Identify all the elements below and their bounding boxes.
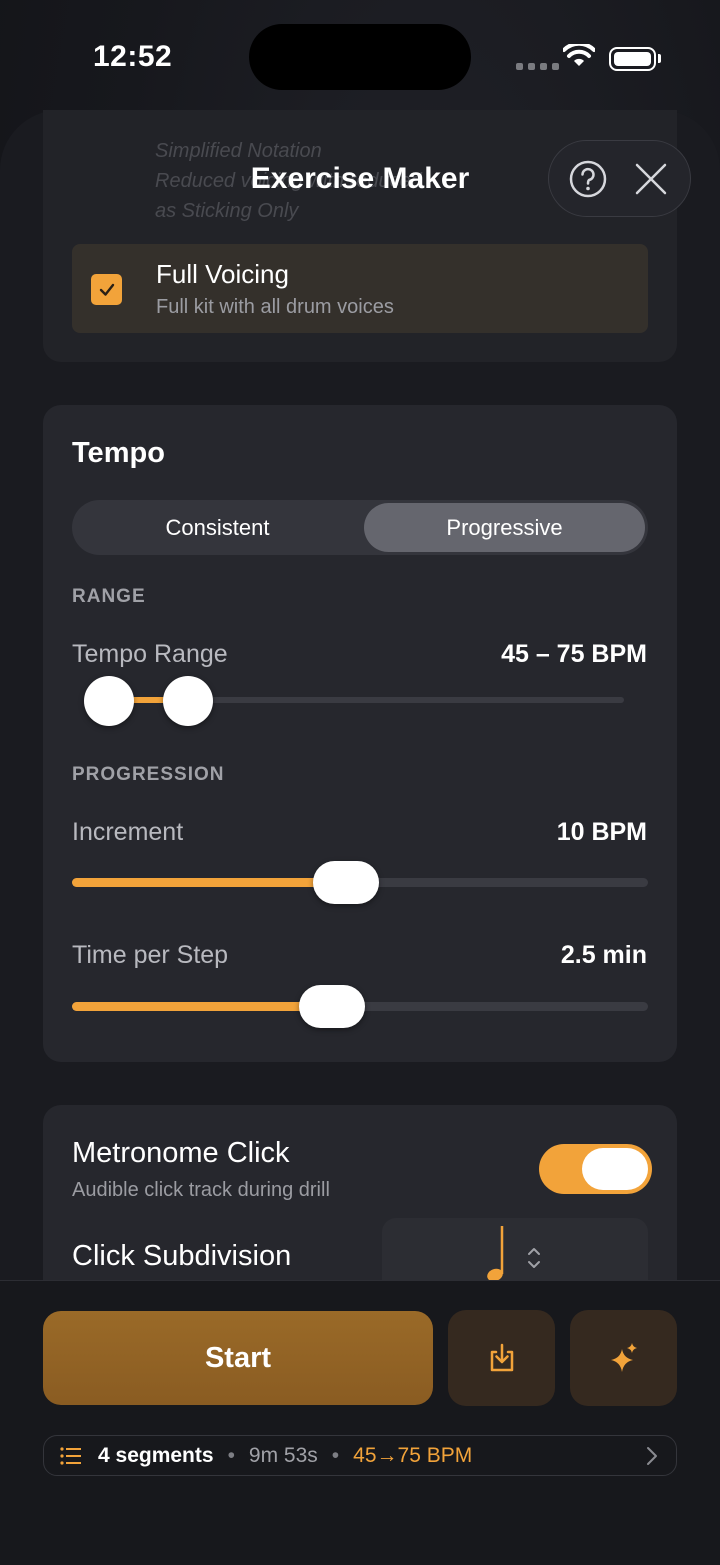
tempo-range-label: Tempo Range bbox=[72, 640, 228, 668]
battery-cap bbox=[658, 54, 661, 63]
cellular-signal-icon bbox=[516, 63, 559, 70]
close-icon bbox=[635, 163, 666, 194]
tempo-span: 45→75 BPM bbox=[353, 1443, 473, 1467]
list-icon bbox=[60, 1446, 81, 1465]
chevron-right-icon bbox=[647, 1446, 657, 1465]
quarter-note-icon bbox=[487, 1226, 504, 1282]
separator-dot: • bbox=[331, 1443, 340, 1467]
time-per-step-slider-handle[interactable] bbox=[299, 985, 365, 1028]
question-circle-icon bbox=[570, 160, 607, 197]
total-duration: 9m 53s bbox=[248, 1443, 318, 1467]
dynamic-island bbox=[249, 24, 471, 90]
wifi-icon bbox=[562, 41, 596, 75]
metronome-click-title: Metronome Click bbox=[72, 1137, 290, 1169]
increment-slider-fill bbox=[72, 878, 346, 887]
exercise-summary-bar[interactable]: 4 segments • 9m 53s • 45→75 BPM bbox=[43, 1435, 677, 1476]
metronome-click-subtitle: Audible click track during drill bbox=[72, 1179, 330, 1201]
click-subdivision-label: Click Subdivision bbox=[72, 1240, 292, 1272]
segment-count: 4 segments bbox=[98, 1443, 214, 1467]
time-per-step-label: Time per Step bbox=[72, 941, 229, 969]
tempo-range-low-handle[interactable] bbox=[84, 676, 134, 726]
metronome-click-toggle[interactable] bbox=[539, 1144, 652, 1194]
status-time: 12:52 bbox=[93, 40, 173, 73]
time-per-step-slider-fill bbox=[72, 1002, 332, 1011]
tempo-mode-segmented-control: Consistent Progressive bbox=[72, 500, 648, 555]
separator-dot: • bbox=[227, 1443, 235, 1467]
full-voicing-title: Full Voicing bbox=[156, 259, 289, 289]
download-tray-icon bbox=[490, 1343, 513, 1372]
full-voicing-checkbox[interactable] bbox=[91, 274, 122, 305]
increment-slider-handle[interactable] bbox=[313, 861, 379, 904]
chevron-up-down-icon bbox=[528, 1248, 540, 1268]
tab-progressive[interactable]: Progressive bbox=[364, 503, 645, 552]
full-voicing-subtitle: Full kit with all drum voices bbox=[156, 296, 394, 318]
ai-generate-button[interactable] bbox=[570, 1310, 677, 1406]
progression-caption: PROGRESSION bbox=[72, 764, 225, 785]
sparkles-icon bbox=[610, 1343, 637, 1372]
checkmark-icon bbox=[99, 283, 114, 296]
time-per-step-value: 2.5 min bbox=[560, 941, 647, 969]
tempo-range-high-handle[interactable] bbox=[163, 676, 213, 726]
ghost-line-3: as Sticking Only bbox=[155, 200, 299, 222]
close-button[interactable] bbox=[626, 154, 676, 204]
full-voicing-option[interactable]: Full Voicing Full kit with all drum voic… bbox=[72, 244, 648, 333]
header-actions bbox=[548, 140, 691, 217]
help-button[interactable] bbox=[563, 154, 613, 204]
range-caption: RANGE bbox=[72, 586, 146, 607]
increment-value: 10 BPM bbox=[556, 818, 647, 846]
battery-icon bbox=[609, 47, 656, 71]
save-exercise-button[interactable] bbox=[448, 1310, 555, 1406]
tempo-range-value: 45 – 75 BPM bbox=[501, 640, 647, 668]
toggle-thumb bbox=[582, 1148, 648, 1190]
tempo-heading: Tempo bbox=[72, 437, 165, 469]
increment-label: Increment bbox=[72, 818, 184, 846]
tab-consistent[interactable]: Consistent bbox=[75, 503, 360, 552]
start-button[interactable]: Start bbox=[43, 1311, 433, 1405]
ghost-line-1: Simplified Notation bbox=[155, 140, 322, 162]
